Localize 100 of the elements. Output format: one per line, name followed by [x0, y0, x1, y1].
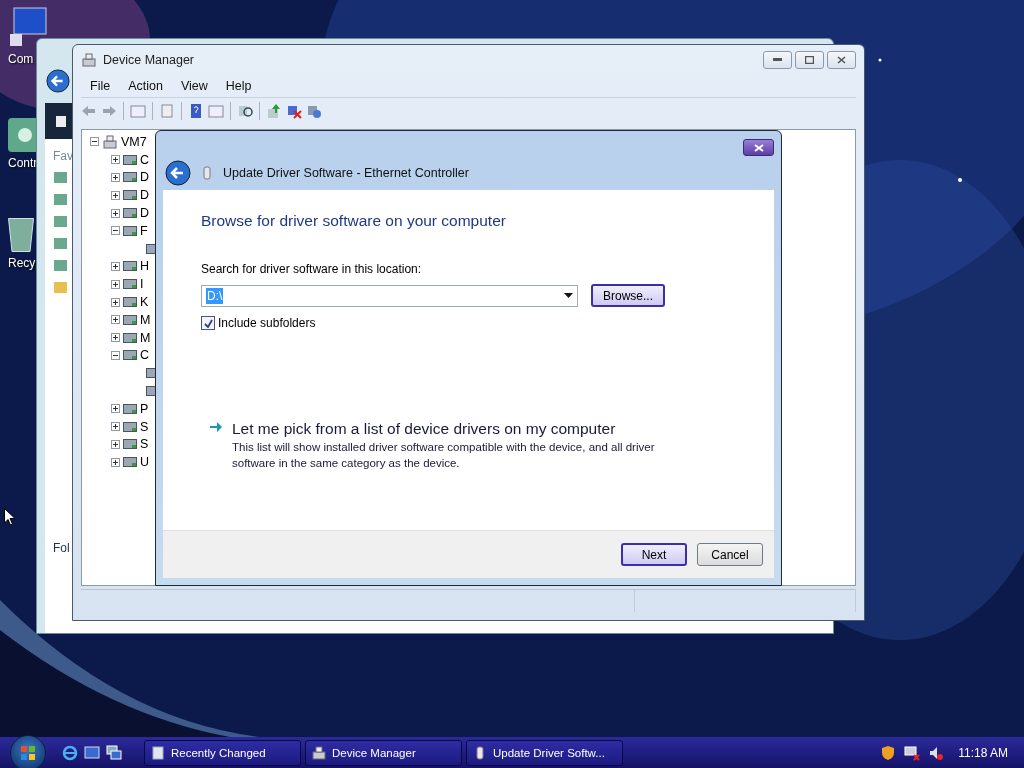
desktop-icon-label[interactable]: Contr [8, 156, 38, 170]
expander-icon[interactable] [111, 315, 120, 325]
minimize-icon [773, 58, 782, 62]
shield-icon[interactable] [880, 744, 897, 761]
folder-icon[interactable] [53, 169, 69, 185]
device-icon [123, 350, 137, 361]
folder-icon[interactable] [53, 191, 69, 207]
folder-icon[interactable] [53, 235, 69, 251]
computer-icon [102, 133, 118, 150]
device-icon [123, 403, 137, 414]
update-driver-icon[interactable] [266, 103, 282, 119]
browse-button[interactable]: Browse... [591, 284, 665, 307]
menu-item[interactable]: Help [216, 79, 261, 93]
document-icon [150, 744, 166, 761]
folder-icon[interactable] [53, 257, 69, 273]
checkbox-label: Include subfolders [218, 316, 316, 330]
tree-item[interactable]: C [140, 348, 150, 363]
dialog-title: Update Driver Software - Ethernet Controller [223, 166, 469, 180]
uninstall-icon[interactable] [286, 103, 302, 119]
tree-item[interactable]: I [140, 277, 144, 292]
tree-item[interactable]: H [140, 259, 150, 274]
driver-list-link[interactable]: Let me pick from a list of device drivers on my computer [232, 420, 692, 438]
start-button[interactable] [10, 734, 46, 768]
tree-item[interactable]: F [140, 223, 148, 238]
maximize-button[interactable] [795, 51, 824, 69]
network-icon[interactable] [904, 744, 921, 761]
expander-icon[interactable] [111, 422, 120, 432]
checkbox[interactable] [201, 316, 215, 330]
folder-icon[interactable] [53, 213, 69, 229]
expander-icon[interactable] [90, 137, 99, 147]
device-icon [123, 208, 137, 219]
clock[interactable]: 11:18 AM [958, 745, 1008, 760]
expander-icon[interactable] [111, 404, 120, 414]
device-icon [123, 439, 137, 450]
desktop-icon[interactable] [84, 744, 100, 761]
close-icon [837, 56, 846, 64]
computer-icon [311, 744, 327, 761]
taskbar-button[interactable]: Recently Changed [144, 739, 301, 766]
checkmark-icon [203, 318, 213, 328]
expander-icon[interactable] [111, 457, 120, 467]
tree-item[interactable]: M [140, 312, 151, 327]
expander-icon[interactable] [111, 173, 120, 182]
disable-icon[interactable] [306, 103, 322, 119]
expander-icon[interactable] [111, 226, 120, 236]
expander-icon[interactable] [111, 439, 120, 449]
tree-item[interactable]: D [140, 188, 150, 203]
tree-item[interactable]: K [140, 295, 149, 310]
device-icon [123, 279, 137, 290]
favorites-heading: Fav [53, 149, 73, 163]
tree-item[interactable]: P [140, 401, 149, 416]
maximize-icon [805, 56, 814, 64]
menu-item[interactable]: Action [119, 79, 172, 93]
arrow-icon [209, 420, 223, 434]
switch-windows-icon[interactable] [106, 744, 122, 761]
pages-icon[interactable] [53, 113, 69, 129]
expander-icon[interactable] [111, 297, 120, 307]
dropdown-arrow-icon [564, 293, 573, 298]
taskbar-button[interactable]: Update Driver Softw... [466, 739, 623, 766]
link-description: This list will show installed driver software compatible with the device, and all driver software in the same category as the device. [232, 440, 656, 471]
folders-heading[interactable]: Fol [53, 541, 70, 555]
tree-item[interactable]: D [140, 170, 150, 185]
taskbar-button[interactable]: Device Manager [305, 739, 462, 766]
help-icon[interactable] [188, 103, 204, 119]
expander-icon[interactable] [111, 279, 120, 289]
menu-item[interactable]: File [81, 79, 120, 93]
device-icon [123, 154, 137, 165]
device-icon [123, 421, 137, 432]
device-icon [123, 261, 137, 272]
tree-item[interactable]: S [140, 437, 149, 452]
close-icon [753, 143, 764, 152]
device-icon [123, 314, 137, 325]
cursor-icon [4, 508, 16, 526]
tree-item[interactable]: S [140, 419, 149, 434]
desktop-icon-label[interactable]: Recy [8, 256, 36, 270]
tree-item[interactable]: U [140, 455, 150, 470]
back-icon[interactable] [46, 69, 70, 93]
device-icon [123, 332, 137, 343]
scan-icon[interactable] [237, 103, 253, 119]
windows-logo-icon [20, 744, 36, 761]
close-button[interactable] [743, 139, 774, 156]
browser-icon[interactable] [62, 744, 78, 761]
tree-item[interactable]: C [140, 152, 150, 167]
device-icon [123, 190, 137, 201]
tree-item[interactable]: M [140, 330, 151, 345]
tree-item[interactable]: D [140, 206, 150, 221]
expander-icon[interactable] [111, 350, 120, 360]
expander-icon[interactable] [111, 155, 120, 165]
cancel-button[interactable]: Cancel [697, 543, 763, 566]
expander-icon[interactable] [111, 190, 120, 200]
expander-icon[interactable] [111, 261, 120, 271]
desktop-icon-label[interactable]: Com [8, 52, 34, 66]
back-icon[interactable] [165, 160, 191, 186]
menu-item[interactable]: View [171, 79, 217, 93]
next-button[interactable]: Next [621, 543, 687, 566]
expander-icon[interactable] [111, 208, 120, 218]
expander-icon[interactable] [111, 333, 120, 343]
close-button[interactable] [827, 51, 856, 69]
tree-item[interactable]: VM7 [121, 134, 147, 149]
minimize-button[interactable] [763, 51, 792, 69]
location-label: Search for driver software in this location: [201, 262, 423, 276]
